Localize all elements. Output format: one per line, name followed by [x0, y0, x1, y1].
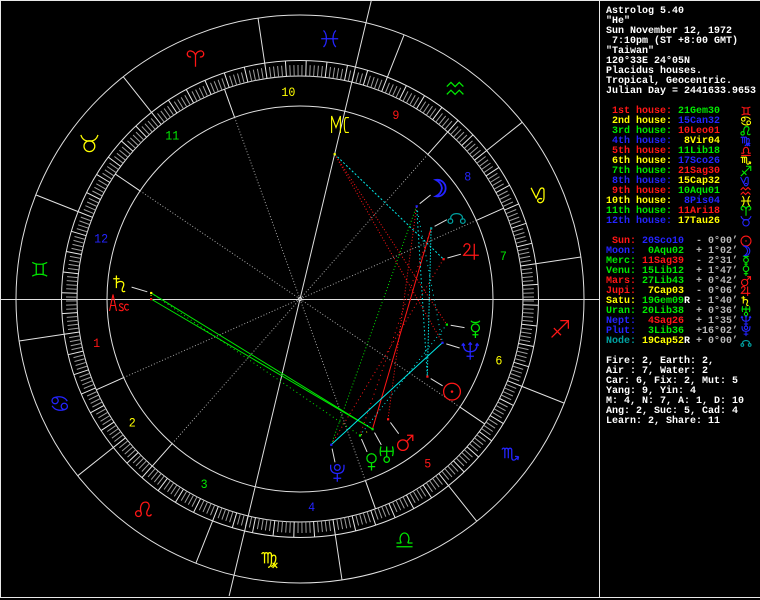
- svg-text:8: 8: [464, 169, 471, 184]
- svg-text:5: 5: [424, 457, 431, 472]
- svg-text:2: 2: [129, 416, 136, 431]
- svg-text:7: 7: [500, 249, 507, 264]
- svg-text:1: 1: [93, 336, 100, 351]
- svg-text:12: 12: [94, 232, 108, 247]
- svg-text:3: 3: [201, 477, 208, 492]
- svg-text:9: 9: [392, 108, 399, 123]
- svg-text:4: 4: [308, 500, 315, 515]
- svg-text:11: 11: [165, 128, 179, 143]
- svg-text:6: 6: [495, 353, 502, 368]
- svg-text:10: 10: [281, 85, 295, 100]
